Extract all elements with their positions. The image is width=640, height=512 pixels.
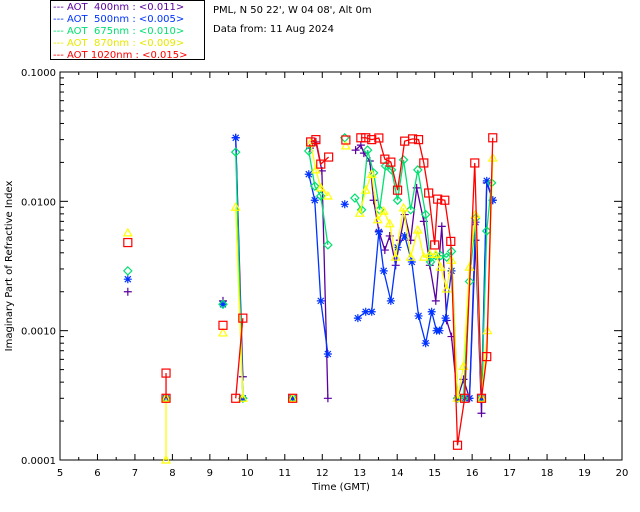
x-tick-label: 8 <box>169 468 175 479</box>
x-tick-label: 14 <box>391 468 404 479</box>
data-point <box>427 307 436 316</box>
data-point <box>435 326 444 335</box>
x-tick-label: 6 <box>94 468 100 479</box>
data-point <box>323 394 332 403</box>
data-point <box>369 196 378 205</box>
data-point <box>122 227 133 237</box>
data-point <box>431 296 440 305</box>
x-tick-label: 10 <box>241 468 254 479</box>
data-point <box>386 296 395 305</box>
x-tick-label: 5 <box>57 468 63 479</box>
y-tick-label: 0.0100 <box>21 197 56 208</box>
data-point <box>441 314 450 323</box>
x-tick-label: 19 <box>578 468 591 479</box>
data-point <box>323 350 332 359</box>
plot-frame <box>59 71 623 461</box>
data-point <box>123 275 132 284</box>
data-point <box>374 227 383 236</box>
x-tick-label: 12 <box>316 468 329 479</box>
x-tick-label: 17 <box>503 468 516 479</box>
x-tick-label: 7 <box>132 468 138 479</box>
data-point <box>414 311 423 320</box>
y-tick-label: 0.1000 <box>21 68 56 79</box>
data-point <box>340 140 351 150</box>
y-axis-label: Imaginary Part of Refractive Index <box>4 181 15 352</box>
data-point <box>217 327 229 337</box>
x-tick-label: 11 <box>278 468 291 479</box>
data-point <box>421 339 430 348</box>
y-tick-label: 0.0010 <box>21 327 56 338</box>
x-tick-label: 20 <box>616 468 629 479</box>
data-point <box>353 314 362 323</box>
x-axis-label: Time (GMT) <box>311 482 370 493</box>
data-point <box>231 133 240 142</box>
chart: 5 6 7 8 9 10 11 12 13 14 15 16 17 18 19 20 0.0001 0.0010 0… <box>4 68 629 493</box>
data-point <box>437 222 446 231</box>
x-tick-label: 15 <box>428 468 441 479</box>
data-point <box>123 237 133 248</box>
data-point <box>218 300 227 309</box>
data-point <box>379 266 388 275</box>
data-point <box>340 200 349 209</box>
data-point <box>304 170 313 179</box>
series-line <box>308 174 329 355</box>
data-point <box>477 409 486 418</box>
data-point <box>367 307 376 316</box>
data-point <box>122 266 133 276</box>
x-tick-label: 9 <box>207 468 213 479</box>
y-tick-label: 0.0001 <box>21 456 56 467</box>
series-aot-870nm <box>122 137 498 464</box>
data-point <box>123 287 132 296</box>
x-tick-label: 16 <box>466 468 479 479</box>
x-tick-label: 13 <box>353 468 366 479</box>
x-tick-label: 18 <box>541 468 554 479</box>
data-point <box>316 296 325 305</box>
